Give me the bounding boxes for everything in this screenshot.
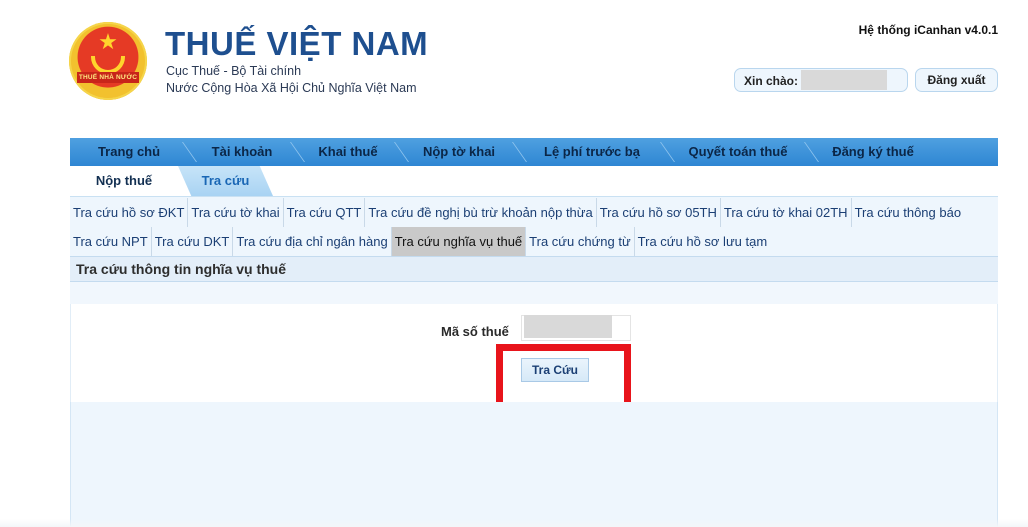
tab-lookup[interactable]: Tra cứu (178, 166, 273, 196)
link-lookup-voucher[interactable]: Tra cứu chứng từ (526, 227, 635, 256)
link-lookup-file-05th[interactable]: Tra cứu hồ sơ 05TH (597, 198, 721, 227)
lookup-links-row-2: Tra cứu NPT Tra cứu DKT Tra cứu địa chỉ … (70, 227, 770, 256)
greeting-box: Xin chào: (734, 68, 908, 92)
logo: ★ THUẾ NHÀ NƯỚC (69, 22, 147, 100)
star-icon: ★ (98, 30, 118, 55)
tab-pay-tax[interactable]: Nộp thuế (70, 166, 178, 196)
user-name-redacted (801, 70, 887, 90)
lookup-links-panel: Tra cứu hồ sơ ĐKT Tra cứu tờ khai Tra cứ… (70, 196, 998, 256)
logout-button[interactable]: Đăng xuất (915, 68, 998, 92)
logo-ribbon-text: THUẾ NHÀ NƯỚC (77, 72, 139, 83)
lookup-form: Mã số thuế Tra Cứu (70, 304, 998, 420)
nav-item-tax-finalization[interactable]: Quyết toán thuế (666, 138, 810, 166)
link-lookup-declaration[interactable]: Tra cứu tờ khai (188, 198, 284, 227)
link-lookup-qtt[interactable]: Tra cứu QTT (284, 198, 366, 227)
nav-item-registration-fee[interactable]: Lệ phí trước bạ (518, 138, 666, 166)
brand-subtitle-ministry: Cục Thuế - Bộ Tài chính (166, 64, 302, 78)
tax-code-label: Mã số thuế (441, 324, 509, 339)
link-lookup-bank-address[interactable]: Tra cứu địa chỉ ngân hàng (233, 227, 392, 256)
link-lookup-notice[interactable]: Tra cứu thông báo (852, 198, 965, 227)
brand-subtitle-country: Nước Cộng Hòa Xã Hội Chủ Nghĩa Việt Nam (166, 81, 417, 95)
link-lookup-draft-file[interactable]: Tra cứu hồ sơ lưu tạm (635, 227, 771, 256)
link-lookup-tax-obligation[interactable]: Tra cứu nghĩa vụ thuế (391, 227, 527, 256)
link-lookup-npt[interactable]: Tra cứu NPT (70, 227, 152, 256)
link-lookup-dkt[interactable]: Tra cứu DKT (152, 227, 234, 256)
main-nav: Trang chủ Tài khoản Khai thuế Nộp tờ kha… (70, 138, 998, 166)
link-lookup-offset-request[interactable]: Tra cứu đề nghị bù trừ khoản nộp thừa (365, 198, 597, 227)
greeting-label: Xin chào: (744, 74, 799, 88)
link-lookup-declaration-02th[interactable]: Tra cứu tờ khai 02TH (721, 198, 852, 227)
content-bottom-area (70, 402, 998, 527)
page-bottom-fade (0, 519, 1028, 527)
section-spacer (70, 282, 998, 304)
nav-item-account[interactable]: Tài khoản (188, 138, 296, 166)
tax-code-input[interactable] (521, 315, 631, 341)
link-lookup-registration-file[interactable]: Tra cứu hồ sơ ĐKT (70, 198, 189, 227)
section-header: Tra cứu thông tin nghĩa vụ thuế (70, 256, 998, 282)
nav-item-tax-registration[interactable]: Đăng ký thuế (810, 138, 936, 166)
section-title: Tra cứu thông tin nghĩa vụ thuế (76, 261, 287, 277)
nav-item-declare-tax[interactable]: Khai thuế (296, 138, 400, 166)
lookup-links-row-1: Tra cứu hồ sơ ĐKT Tra cứu tờ khai Tra cứ… (70, 198, 964, 227)
system-version: Hệ thống iCanhan v4.0.1 (858, 23, 998, 37)
sub-tabs: Nộp thuế Tra cứu (70, 166, 998, 196)
nav-item-submit-declaration[interactable]: Nộp tờ khai (400, 138, 518, 166)
nav-item-home[interactable]: Trang chủ (70, 138, 188, 166)
brand-title: THUẾ VIỆT NAM (165, 25, 429, 62)
